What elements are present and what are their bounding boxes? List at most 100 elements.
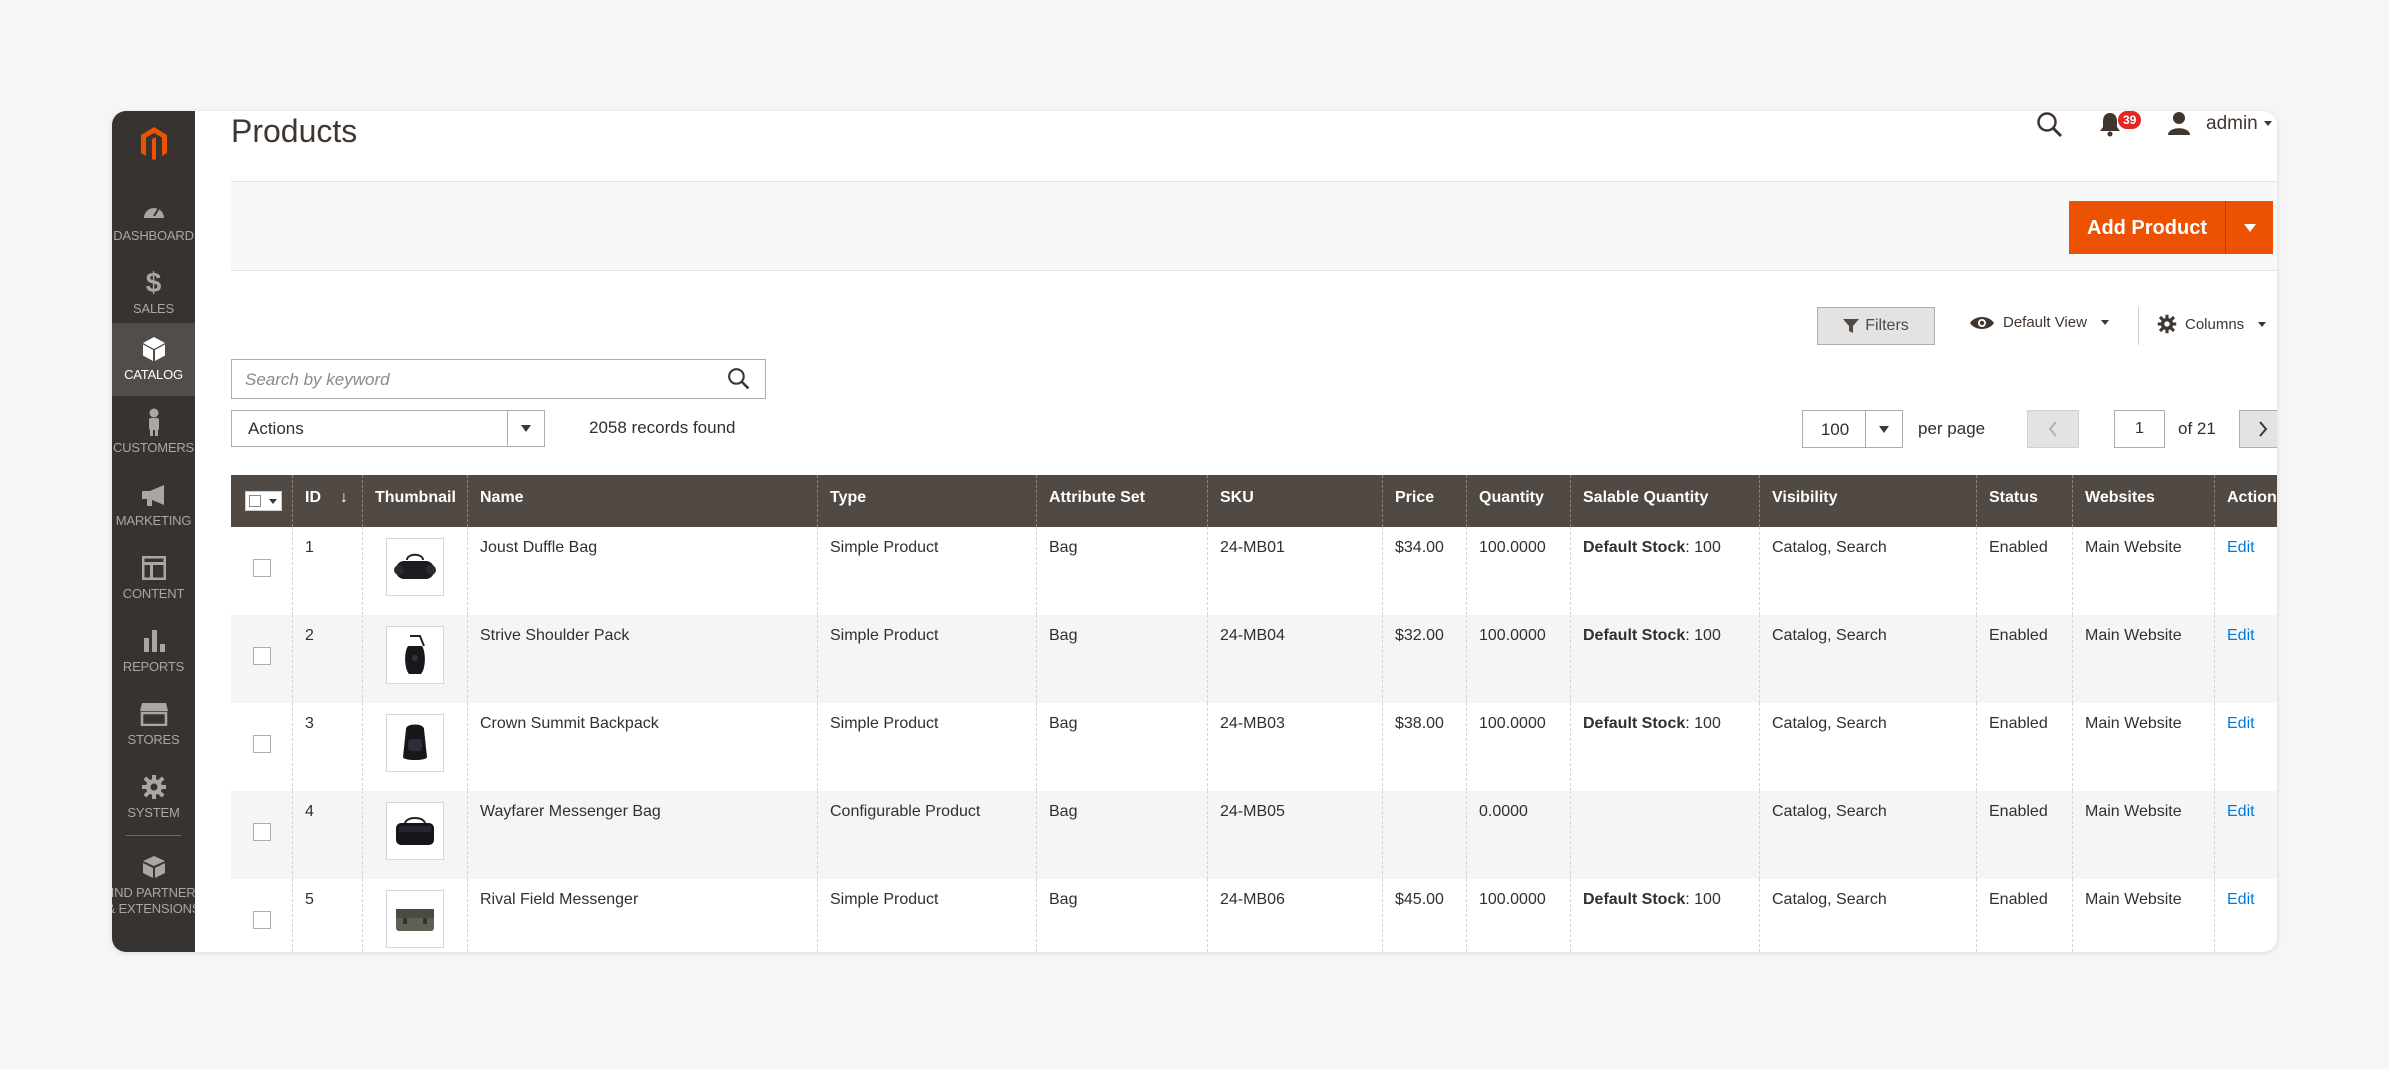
sidebar-item-customers[interactable]: CUSTOMERS [112,396,195,469]
cell-attribute-set: Bag [1036,527,1207,615]
table-row[interactable]: 5 Rival Field Messenger Simple Product B… [231,879,2277,952]
edit-link[interactable]: Edit [2227,803,2255,820]
sidebar-item-content[interactable]: CONTENT [112,542,195,615]
column-header-id[interactable]: ID ↓ [292,475,362,527]
add-product-button[interactable]: Add Product [2069,201,2225,254]
cell-thumbnail [362,791,467,879]
sidebar-item-stores[interactable]: STORES [112,688,195,761]
sidebar-item-dashboard[interactable]: DASHBOARD [112,184,195,257]
column-header-status[interactable]: Status [1976,475,2072,527]
stock-value: : 100 [1685,539,1721,556]
next-page-button[interactable] [2239,410,2277,448]
column-header-visibility[interactable]: Visibility [1759,475,1976,527]
columns-dropdown[interactable]: Columns [2157,314,2267,334]
stock-value: : 100 [1685,627,1721,644]
cell-visibility: Catalog, Search [1759,791,1976,879]
table-header: ID ↓ Thumbnail Name Type Attribute Set SK… [231,475,2277,527]
column-header-sku[interactable]: SKU [1207,475,1382,527]
cell-type: Simple Product [817,879,1036,952]
chevron-down-icon [2100,320,2109,325]
product-thumbnail[interactable] [386,626,444,684]
storefront-icon [112,700,195,728]
column-header-price[interactable]: Price [1382,475,1466,527]
cell-type: Simple Product [817,527,1036,615]
user-menu[interactable]: admin [2206,113,2272,135]
per-page-select[interactable]: 100 [1802,410,1903,448]
table-row[interactable]: 3 Crown Summit Backpack Simple Product B… [231,703,2277,791]
actions-label: Actions [248,419,304,438]
cell-id: 4 [292,791,362,879]
stock-label: Default Stock [1583,627,1686,644]
dashboard-icon [112,196,195,224]
toolbar-divider [2138,307,2139,345]
bar-chart-icon [112,627,195,655]
column-header-type[interactable]: Type [817,475,1036,527]
sidebar: DASHBOARD $ SALES CATALOG CUSTOMERS MARK… [112,111,195,952]
select-all-checkbox[interactable] [245,491,282,511]
sidebar-item-catalog[interactable]: CATALOG [112,323,195,396]
edit-link[interactable]: Edit [2227,627,2255,644]
sidebar-item-partners-extensions[interactable]: FIND PARTNERS & EXTENSIONS [112,841,195,931]
cell-price [1382,791,1466,879]
filters-button[interactable]: Filters [1817,307,1935,345]
user-name: admin [2206,113,2258,134]
gear-icon [2157,314,2177,334]
column-header-quantity[interactable]: Quantity [1466,475,1570,527]
mass-actions-select[interactable]: Actions [231,410,545,447]
cell-salable-quantity: Default Stock: 100 [1570,615,1759,703]
magento-logo-icon [140,127,167,160]
current-page-input[interactable]: 1 [2114,410,2165,448]
cell-name: Wayfarer Messenger Bag [467,791,817,879]
edit-link[interactable]: Edit [2227,715,2255,732]
product-thumbnail[interactable] [386,714,444,772]
cell-thumbnail [362,703,467,791]
cell-websites: Main Website [2072,527,2214,615]
default-view-dropdown[interactable]: Default View [1969,314,2109,331]
sidebar-item-label: STORES [127,732,180,747]
row-checkbox[interactable] [253,735,271,753]
column-header-action: Action [2214,475,2277,527]
product-thumbnail[interactable] [386,890,444,948]
cell-status: Enabled [1976,615,2072,703]
table-row[interactable]: 1 Joust Duffle Bag Simple Product Bag 24… [231,527,2277,615]
sidebar-item-system[interactable]: SYSTEM [112,761,195,834]
sidebar-item-label-2: & EXTENSIONS [112,901,195,916]
cell-salable-quantity: Default Stock: 100 [1570,879,1759,952]
product-thumbnail[interactable] [386,802,444,860]
cell-id: 3 [292,703,362,791]
user-icon[interactable] [2167,111,2191,140]
table-row[interactable]: 4 Wayfarer Messenger Bag Configurable Pr… [231,791,2277,879]
column-header-websites[interactable]: Websites [2072,475,2214,527]
add-product-type-toggle[interactable] [2225,201,2273,254]
global-search-icon[interactable] [2036,111,2064,144]
sidebar-item-label: CUSTOMERS [112,440,195,455]
previous-page-button[interactable] [2027,410,2079,448]
sidebar-item-reports[interactable]: REPORTS [112,615,195,688]
sidebar-item-label: SYSTEM [127,805,180,820]
row-checkbox[interactable] [253,823,271,841]
row-checkbox[interactable] [253,559,271,577]
edit-link[interactable]: Edit [2227,891,2255,908]
magento-logo[interactable] [112,111,195,175]
page-title: Products [231,113,358,149]
dollar-icon: $ [145,267,162,298]
cell-websites: Main Website [2072,615,2214,703]
cell-status: Enabled [1976,527,2072,615]
cell-name: Rival Field Messenger [467,879,817,952]
row-checkbox[interactable] [253,647,271,665]
search-input[interactable] [232,360,707,400]
caret-down-icon [507,411,544,446]
stock-label: Default Stock [1583,715,1686,732]
column-header-name[interactable]: Name [467,475,817,527]
sidebar-item-sales[interactable]: $ SALES [112,257,195,330]
notifications-count-badge[interactable]: 39 [2118,111,2142,129]
table-row[interactable]: 2 Strive Shoulder Pack Simple Product Ba… [231,615,2277,703]
column-header-thumbnail: Thumbnail [362,475,467,527]
product-thumbnail[interactable] [386,538,444,596]
sidebar-item-marketing[interactable]: MARKETING [112,469,195,542]
column-header-attribute-set[interactable]: Attribute Set [1036,475,1207,527]
row-checkbox[interactable] [253,911,271,929]
edit-link[interactable]: Edit [2227,539,2255,556]
search-icon[interactable] [727,367,751,396]
cell-price: $45.00 [1382,879,1466,952]
